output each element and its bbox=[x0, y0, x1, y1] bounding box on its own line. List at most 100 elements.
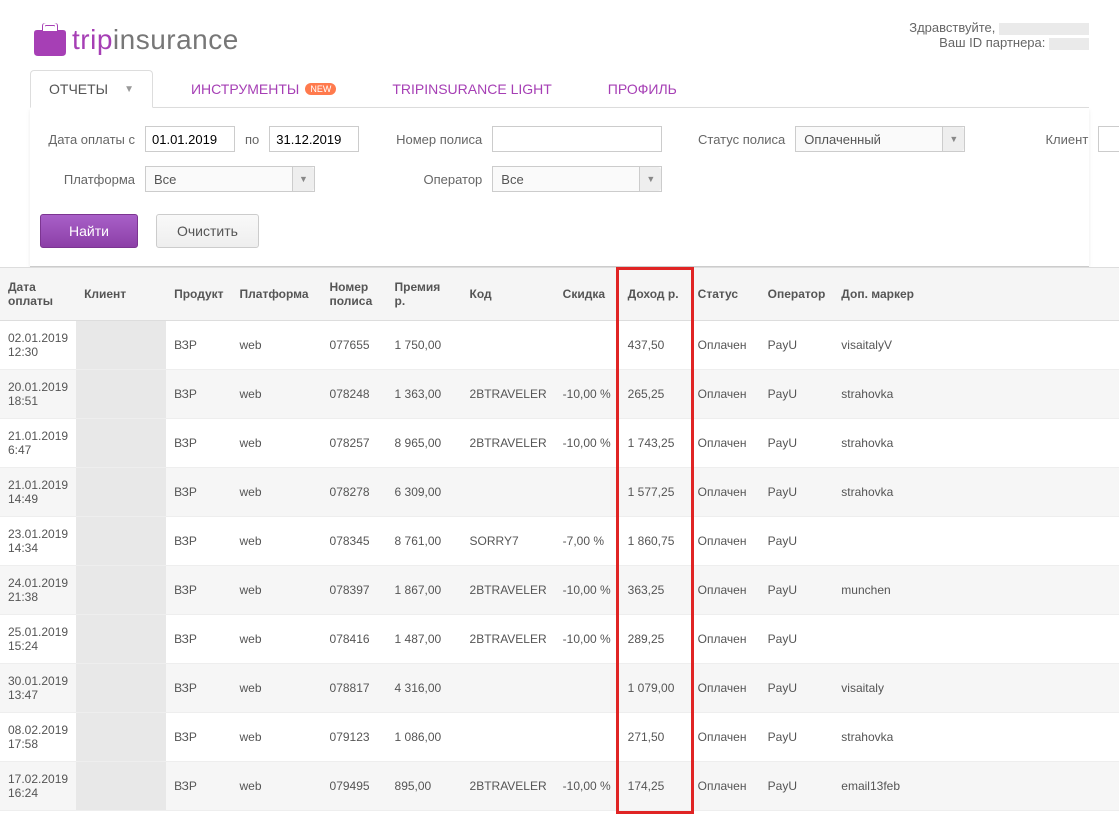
cell-policy-num: 078817 bbox=[322, 664, 387, 713]
cell-marker: visaitalyV bbox=[833, 321, 1119, 370]
cell-status: Оплачен bbox=[690, 419, 760, 468]
status-label: Статус полиса bbox=[690, 132, 785, 147]
cell-platform: web bbox=[232, 419, 322, 468]
col-operator[interactable]: Оператор bbox=[760, 268, 834, 321]
tab-tools[interactable]: ИНСТРУМЕНТЫ NEW bbox=[173, 71, 354, 107]
search-button[interactable]: Найти bbox=[40, 214, 138, 248]
cell-income: 271,50 bbox=[620, 713, 690, 762]
cell-date: 23.01.2019 14:34 bbox=[0, 517, 76, 566]
cell-date: 20.01.2019 18:51 bbox=[0, 370, 76, 419]
status-select[interactable]: Оплаченный ▼ bbox=[795, 126, 965, 152]
cell-status: Оплачен bbox=[690, 713, 760, 762]
col-policy-num[interactable]: Номер полиса bbox=[322, 268, 387, 321]
cell-discount: -10,00 % bbox=[555, 615, 620, 664]
cell-code bbox=[462, 713, 555, 762]
cell-code: SORRY7 bbox=[462, 517, 555, 566]
table-row: 02.01.2019 12:30 ВЗР web 077655 1 750,00… bbox=[0, 321, 1119, 370]
client-input[interactable] bbox=[1098, 126, 1119, 152]
clear-button[interactable]: Очистить bbox=[156, 214, 259, 248]
bag-icon bbox=[30, 20, 70, 60]
cell-marker bbox=[833, 517, 1119, 566]
user-name-redacted bbox=[999, 23, 1089, 35]
tab-reports[interactable]: ОТЧЕТЫ ▼ bbox=[30, 70, 153, 108]
cell-platform: web bbox=[232, 615, 322, 664]
col-status[interactable]: Статус bbox=[690, 268, 760, 321]
platform-select-value: Все bbox=[154, 172, 176, 187]
cell-status: Оплачен bbox=[690, 762, 760, 811]
cell-income: 1 743,25 bbox=[620, 419, 690, 468]
cell-operator: PayU bbox=[760, 713, 834, 762]
table-row: 17.02.2019 16:24 ВЗР web 079495 895,00 2… bbox=[0, 762, 1119, 811]
cell-policy-num: 078278 bbox=[322, 468, 387, 517]
cell-premium: 8 965,00 bbox=[387, 419, 462, 468]
cell-date: 30.01.2019 13:47 bbox=[0, 664, 76, 713]
cell-policy-num: 078257 bbox=[322, 419, 387, 468]
tab-light[interactable]: TRIPINSURANCE LIGHT bbox=[374, 71, 569, 107]
filter-panel: Дата оплаты с по Номер полиса Статус пол… bbox=[30, 108, 1089, 267]
cell-date: 25.01.2019 15:24 bbox=[0, 615, 76, 664]
platform-select[interactable]: Все ▼ bbox=[145, 166, 315, 192]
cell-status: Оплачен bbox=[690, 566, 760, 615]
status-select-value: Оплаченный bbox=[804, 132, 881, 147]
col-client[interactable]: Клиент bbox=[76, 268, 166, 321]
cell-platform: web bbox=[232, 566, 322, 615]
cell-premium: 1 086,00 bbox=[387, 713, 462, 762]
cell-client bbox=[76, 566, 166, 615]
cell-client bbox=[76, 664, 166, 713]
cell-marker: munchen bbox=[833, 566, 1119, 615]
cell-date: 24.01.2019 21:38 bbox=[0, 566, 76, 615]
col-marker[interactable]: Доп. маркер bbox=[833, 268, 1119, 321]
date-from-input[interactable] bbox=[145, 126, 235, 152]
policy-num-input[interactable] bbox=[492, 126, 662, 152]
partner-id-redacted bbox=[1049, 38, 1089, 50]
cell-premium: 8 761,00 bbox=[387, 517, 462, 566]
cell-product: ВЗР bbox=[166, 321, 231, 370]
cell-product: ВЗР bbox=[166, 468, 231, 517]
cell-code bbox=[462, 664, 555, 713]
date-to-label: по bbox=[245, 132, 259, 147]
col-premium[interactable]: Премия р. bbox=[387, 268, 462, 321]
tab-tools-label: ИНСТРУМЕНТЫ bbox=[191, 81, 299, 97]
main-tabs: ОТЧЕТЫ ▼ ИНСТРУМЕНТЫ NEW TRIPINSURANCE L… bbox=[30, 70, 1089, 108]
cell-date: 21.01.2019 6:47 bbox=[0, 419, 76, 468]
cell-code: 2BTRAVELER bbox=[462, 566, 555, 615]
operator-select[interactable]: Все ▼ bbox=[492, 166, 662, 192]
cell-policy-num: 078248 bbox=[322, 370, 387, 419]
cell-income: 289,25 bbox=[620, 615, 690, 664]
cell-operator: PayU bbox=[760, 321, 834, 370]
chevron-down-icon: ▼ bbox=[639, 167, 661, 191]
cell-code: 2BTRAVELER bbox=[462, 615, 555, 664]
greeting-block: Здравствуйте, Ваш ID партнера: bbox=[909, 20, 1089, 50]
col-income[interactable]: Доход р. bbox=[620, 268, 690, 321]
tab-profile[interactable]: ПРОФИЛЬ bbox=[590, 71, 695, 107]
cell-marker: visaitaly bbox=[833, 664, 1119, 713]
operator-select-value: Все bbox=[501, 172, 523, 187]
logo[interactable]: tripinsurance bbox=[30, 20, 239, 60]
cell-client bbox=[76, 762, 166, 811]
table-row: 20.01.2019 18:51 ВЗР web 078248 1 363,00… bbox=[0, 370, 1119, 419]
cell-product: ВЗР bbox=[166, 664, 231, 713]
cell-income: 1 079,00 bbox=[620, 664, 690, 713]
cell-status: Оплачен bbox=[690, 370, 760, 419]
cell-code bbox=[462, 321, 555, 370]
col-product[interactable]: Продукт bbox=[166, 268, 231, 321]
chevron-down-icon: ▼ bbox=[292, 167, 314, 191]
new-badge: NEW bbox=[305, 83, 336, 95]
cell-premium: 4 316,00 bbox=[387, 664, 462, 713]
chevron-down-icon: ▼ bbox=[942, 127, 964, 151]
cell-marker: strahovka bbox=[833, 713, 1119, 762]
cell-product: ВЗР bbox=[166, 713, 231, 762]
col-code[interactable]: Код bbox=[462, 268, 555, 321]
col-discount[interactable]: Скидка bbox=[555, 268, 620, 321]
date-to-input[interactable] bbox=[269, 126, 359, 152]
cell-premium: 1 750,00 bbox=[387, 321, 462, 370]
cell-marker: email13feb bbox=[833, 762, 1119, 811]
cell-status: Оплачен bbox=[690, 664, 760, 713]
col-platform[interactable]: Платформа bbox=[232, 268, 322, 321]
col-date[interactable]: Дата оплаты bbox=[0, 268, 76, 321]
table-row: 08.02.2019 17:58 ВЗР web 079123 1 086,00… bbox=[0, 713, 1119, 762]
cell-operator: PayU bbox=[760, 517, 834, 566]
cell-premium: 1 363,00 bbox=[387, 370, 462, 419]
cell-date: 08.02.2019 17:58 bbox=[0, 713, 76, 762]
cell-operator: PayU bbox=[760, 615, 834, 664]
